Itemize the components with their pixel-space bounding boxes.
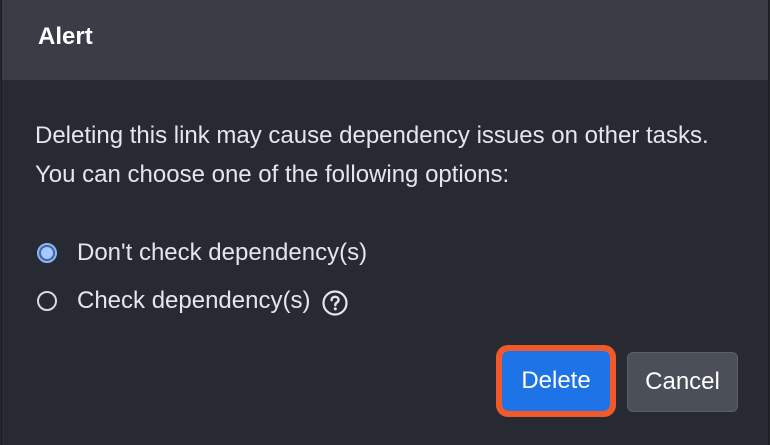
radio-check-dependency[interactable] <box>37 291 57 311</box>
alert-dialog: Alert Deleting this link may cause depen… <box>1 0 769 445</box>
option-label-check: Check dependency(s) <box>77 287 311 314</box>
option-label-dont-check: Don't check dependency(s) <box>77 239 368 266</box>
dialog-message: Deleting this link may cause dependency … <box>35 122 709 188</box>
option-check-dependency[interactable]: Check dependency(s) <box>35 277 367 325</box>
question-circle-icon[interactable] <box>322 290 349 316</box>
option-dont-check-dependency[interactable]: Don't check dependency(s) <box>35 229 367 277</box>
delete-button[interactable]: Delete <box>502 351 610 411</box>
dialog-title: Alert <box>38 23 93 50</box>
dialog-header: Alert <box>2 0 768 80</box>
cancel-button[interactable]: Cancel <box>627 352 738 412</box>
dependency-options: Don't check dependency(s) Check dependen… <box>35 229 367 325</box>
radio-dont-check-dependency[interactable] <box>37 243 57 263</box>
delete-button-focus-ring[interactable]: Delete <box>496 345 616 417</box>
